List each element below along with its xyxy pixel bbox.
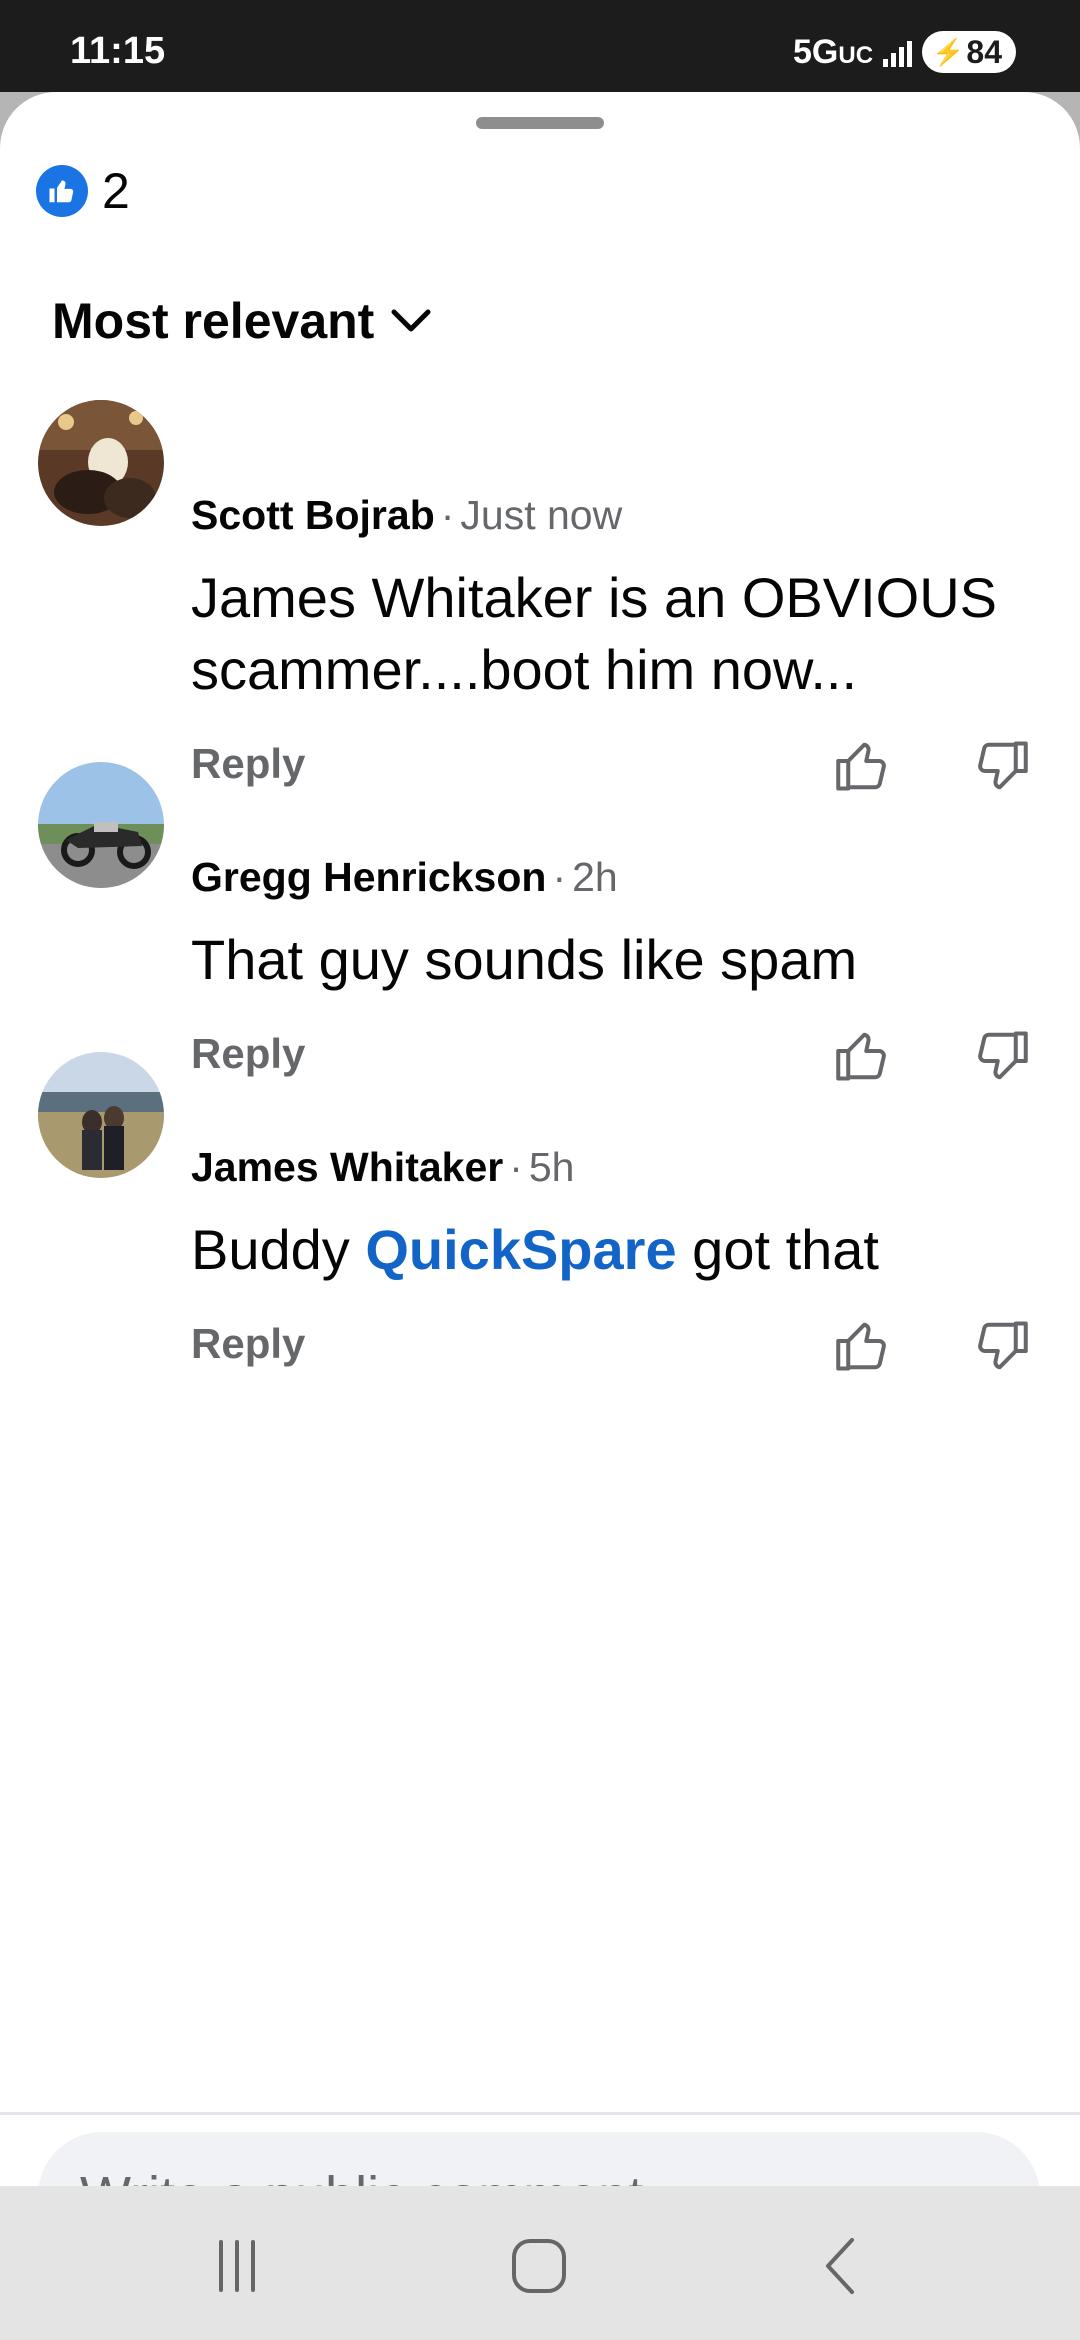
signal-icon xyxy=(883,37,913,67)
sort-label: Most relevant xyxy=(52,293,375,349)
avatar[interactable] xyxy=(38,1052,164,1178)
comments-sheet: 2 Most relevant Scott Bojrab · Just now Ja… xyxy=(0,92,1080,2260)
thumbs-up-icon[interactable] xyxy=(832,736,892,796)
comment-time[interactable]: Just now xyxy=(460,492,622,538)
comment-text-after: got that xyxy=(676,1218,879,1281)
charging-icon: ⚡ xyxy=(932,36,965,67)
battery-indicator: ⚡ 84 xyxy=(922,31,1016,73)
like-icon xyxy=(36,165,88,217)
home-button[interactable] xyxy=(494,2226,584,2306)
reply-button[interactable]: Reply xyxy=(191,740,305,788)
composer-divider xyxy=(0,2112,1080,2115)
separator-dot: · xyxy=(509,1144,523,1190)
thumbs-down-icon[interactable] xyxy=(972,1316,1032,1376)
separator-dot: · xyxy=(440,492,455,538)
avatar[interactable] xyxy=(38,400,164,526)
reaction-count: 2 xyxy=(102,163,130,219)
drag-handle[interactable] xyxy=(476,117,604,129)
reply-button[interactable]: Reply xyxy=(191,1030,305,1078)
comment-text: Buddy QuickSpare got that xyxy=(191,1214,1041,1286)
thumbs-down-icon[interactable] xyxy=(972,736,1032,796)
home-icon xyxy=(512,2239,566,2293)
comment-header: James Whitaker · 5h xyxy=(191,1144,574,1191)
chevron-down-icon xyxy=(391,309,431,332)
status-bar: 11:15 5GUC ⚡ 84 xyxy=(0,0,1080,92)
comment-text-before: Buddy xyxy=(191,1218,366,1281)
avatar[interactable] xyxy=(38,762,164,888)
separator-dot: · xyxy=(552,854,567,900)
comment-author[interactable]: Scott Bojrab xyxy=(191,492,435,538)
back-icon xyxy=(826,2238,854,2294)
status-time: 11:15 xyxy=(70,30,166,72)
navigation-bar xyxy=(0,2186,1080,2340)
comment-header: Gregg Henrickson · 2h xyxy=(191,854,618,901)
comment-time[interactable]: 2h xyxy=(572,854,618,900)
back-button[interactable] xyxy=(796,2226,886,2306)
reactions-summary[interactable]: 2 xyxy=(36,162,130,220)
comment-text: James Whitaker is an OBVIOUS scammer....… xyxy=(191,566,998,701)
status-indicators: 5GUC ⚡ 84 xyxy=(793,30,1016,74)
comment-text: That guy sounds like spam xyxy=(191,928,858,991)
mention-link[interactable]: QuickSpare xyxy=(365,1218,676,1281)
reply-button[interactable]: Reply xyxy=(191,1320,305,1368)
network-indicator: 5GUC xyxy=(793,32,874,71)
sort-dropdown[interactable]: Most relevant xyxy=(52,292,432,350)
comment-author[interactable]: Gregg Henrickson xyxy=(191,854,546,900)
recent-apps-button[interactable] xyxy=(192,2226,282,2306)
comment-time[interactable]: 5h xyxy=(529,1144,575,1190)
thumbs-up-icon[interactable] xyxy=(832,1316,892,1376)
thumbs-up-icon[interactable] xyxy=(832,1026,892,1086)
thumbs-down-icon[interactable] xyxy=(972,1026,1032,1086)
recent-apps-icon xyxy=(219,2240,255,2292)
comment-author[interactable]: James Whitaker xyxy=(191,1144,503,1190)
comment-header: Scott Bojrab · Just now xyxy=(191,492,622,539)
